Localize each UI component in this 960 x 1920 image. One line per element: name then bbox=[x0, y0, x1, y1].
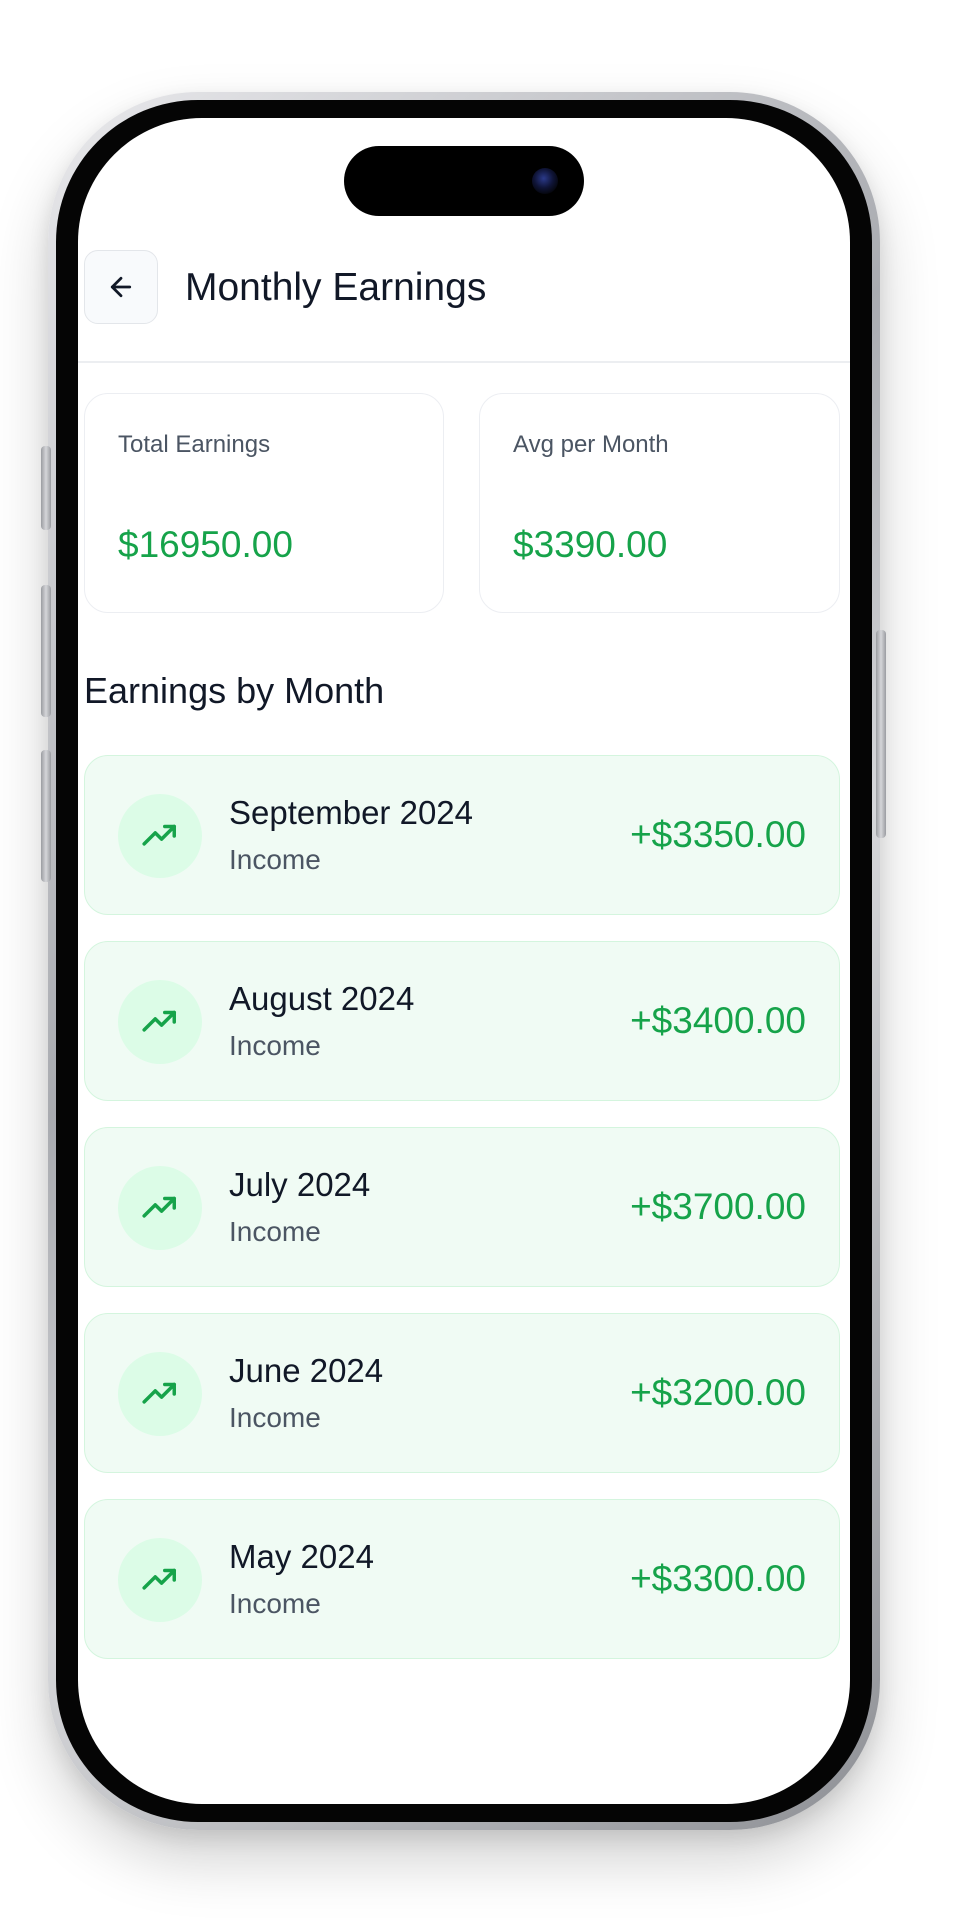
volume-down-button bbox=[41, 750, 51, 882]
avg-per-month-label: Avg per Month bbox=[513, 431, 669, 458]
volume-up-button bbox=[41, 585, 51, 717]
earnings-month-list: September 2024 Income +$3350.00 August 2… bbox=[84, 755, 840, 1685]
trend-icon-badge bbox=[118, 1352, 202, 1436]
arrow-left-icon bbox=[110, 276, 132, 298]
trend-icon-badge bbox=[118, 980, 202, 1064]
month-name: May 2024 bbox=[229, 1538, 374, 1575]
month-name: June 2024 bbox=[229, 1352, 384, 1389]
page-title: Monthly Earnings bbox=[185, 266, 487, 309]
avg-per-month-value: $3390.00 bbox=[513, 524, 668, 565]
trending-up-icon bbox=[142, 1382, 176, 1404]
month-list-item[interactable]: September 2024 Income +$3350.00 bbox=[84, 755, 840, 915]
month-list-item[interactable]: July 2024 Income +$3700.00 bbox=[84, 1127, 840, 1287]
action-button bbox=[41, 446, 51, 530]
trend-icon-badge bbox=[118, 1538, 202, 1622]
avg-per-month-card: Avg per Month $3390.00 bbox=[479, 393, 840, 613]
trending-up-icon bbox=[142, 1010, 176, 1032]
month-type: Income bbox=[229, 844, 321, 875]
month-amount: +$3400.00 bbox=[630, 1000, 806, 1041]
section-title: Earnings by Month bbox=[84, 670, 385, 711]
trending-up-icon bbox=[142, 824, 176, 846]
power-button bbox=[876, 630, 886, 838]
total-earnings-label: Total Earnings bbox=[118, 431, 271, 458]
trend-icon-badge bbox=[118, 1166, 202, 1250]
trend-icon-badge bbox=[118, 794, 202, 878]
total-earnings-card: Total Earnings $16950.00 bbox=[84, 393, 444, 613]
trending-up-icon bbox=[142, 1196, 176, 1218]
back-button[interactable] bbox=[84, 250, 158, 324]
app-screen: Monthly Earnings Total Earnings $16950.0… bbox=[78, 118, 850, 1804]
page-header: Monthly Earnings bbox=[78, 118, 850, 363]
month-amount: +$3350.00 bbox=[630, 814, 806, 855]
month-amount: +$3300.00 bbox=[630, 1558, 806, 1599]
month-type: Income bbox=[229, 1030, 321, 1061]
total-earnings-value: $16950.00 bbox=[118, 524, 293, 565]
month-list-item[interactable]: May 2024 Income +$3300.00 bbox=[84, 1499, 840, 1659]
month-amount: +$3700.00 bbox=[630, 1186, 806, 1227]
month-list-item[interactable]: August 2024 Income +$3400.00 bbox=[84, 941, 840, 1101]
month-name: September 2024 bbox=[229, 794, 474, 831]
month-type: Income bbox=[229, 1588, 321, 1619]
trending-up-icon bbox=[142, 1568, 176, 1590]
month-type: Income bbox=[229, 1402, 321, 1433]
month-type: Income bbox=[229, 1216, 321, 1247]
month-amount: +$3200.00 bbox=[630, 1372, 806, 1413]
month-name: July 2024 bbox=[229, 1166, 371, 1203]
month-list-item[interactable]: June 2024 Income +$3200.00 bbox=[84, 1313, 840, 1473]
month-name: August 2024 bbox=[229, 980, 415, 1017]
